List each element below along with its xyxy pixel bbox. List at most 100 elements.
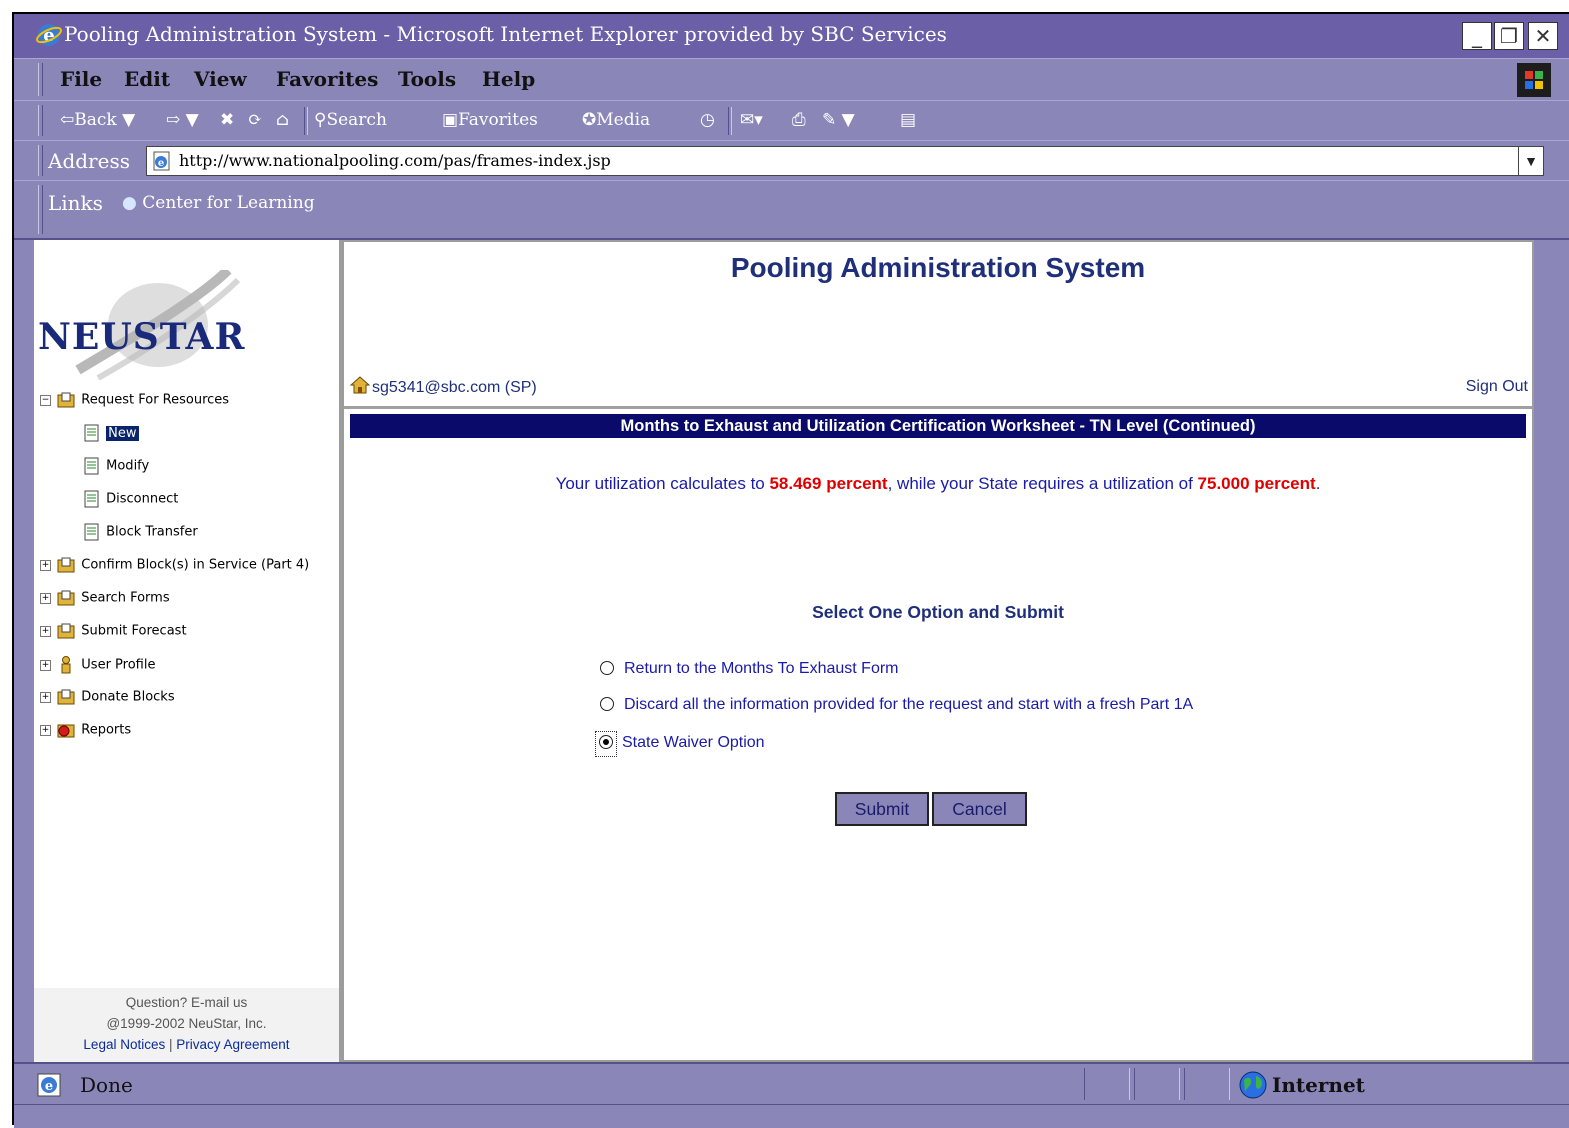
tree-search-forms[interactable]: + Search Forms — [40, 590, 170, 612]
tree-label: Request For Resources — [81, 392, 230, 408]
question-email-link[interactable]: Question? E-mail us — [34, 992, 339, 1013]
mail-icon[interactable]: ✉▾ — [740, 110, 763, 130]
forward-button[interactable]: ⇨ ▼ — [166, 110, 199, 130]
edit-icon[interactable]: ✎ ▼ — [822, 110, 855, 130]
expand-icon[interactable]: + — [40, 559, 51, 571]
folder-icon — [57, 557, 75, 573]
maximize-button[interactable]: ❐ — [1494, 22, 1524, 50]
links-bar: Links ● Center for Learning — [14, 180, 1569, 240]
radio-button-selected[interactable] — [599, 735, 613, 749]
tree-submit-forecast[interactable]: + Submit Forecast — [40, 623, 187, 645]
collapse-icon[interactable]: − — [40, 394, 51, 406]
globe-icon — [1239, 1071, 1267, 1099]
option-state-waiver[interactable]: State Waiver Option — [595, 731, 765, 758]
user-email: sg5341@sbc.com (SP) — [372, 379, 537, 396]
tree-request-for-resources[interactable]: − Request For Resources — [40, 392, 229, 414]
expand-icon[interactable]: + — [40, 592, 51, 604]
favorites-button[interactable]: ▣Favorites — [442, 110, 538, 130]
user-icon — [61, 656, 71, 674]
sign-out-link[interactable]: Sign Out — [1466, 378, 1528, 396]
toolbar-grip[interactable] — [38, 145, 43, 176]
history-icon[interactable]: ◷ — [700, 110, 715, 130]
menu-help[interactable]: Help — [482, 67, 535, 91]
menu-file[interactable]: File — [60, 67, 102, 91]
menu-view[interactable]: View — [194, 67, 247, 91]
favorites-icon: ▣ — [442, 110, 459, 130]
expand-icon[interactable]: + — [40, 625, 51, 637]
menu-favorites[interactable]: Favorites — [276, 67, 378, 91]
cancel-button[interactable]: Cancel — [932, 792, 1027, 826]
tree-confirm-blocks[interactable]: + Confirm Block(s) in Service (Part 4) — [40, 557, 309, 579]
menu-bar: File Edit View Favorites Tools Help — [14, 58, 1569, 100]
home-icon[interactable]: ⌂ — [276, 110, 289, 130]
privacy-agreement-link[interactable]: Privacy Agreement — [176, 1037, 289, 1052]
search-icon: ⚲ — [314, 110, 327, 130]
tree-label: Search Forms — [81, 590, 170, 606]
menu-edit[interactable]: Edit — [124, 67, 170, 91]
print-icon[interactable]: ⎙ — [792, 110, 806, 130]
standard-toolbar: ⇦Back ▼ ⇨ ▼ ✖ ⟳ ⌂ ⚲Search ▣Favorites ✪Me… — [14, 100, 1569, 140]
document-icon — [84, 523, 99, 541]
navigation-frame: NEUSTAR − Request For Resources New Modi… — [34, 240, 342, 1062]
address-dropdown-button[interactable]: ▼ — [1518, 146, 1544, 176]
search-label: Search — [326, 110, 387, 130]
minimize-button[interactable]: _ — [1462, 22, 1492, 50]
reports-folder-icon — [57, 724, 75, 738]
address-input[interactable]: e http://www.nationalpooling.com/pas/fra… — [146, 146, 1544, 176]
refresh-icon[interactable]: ⟳ — [248, 110, 262, 130]
expand-icon[interactable]: + — [40, 724, 51, 736]
ie-page-icon: ● — [122, 193, 137, 213]
legal-notices-link[interactable]: Legal Notices — [83, 1037, 165, 1052]
option-discard-information[interactable]: Discard all the information provided for… — [600, 696, 1193, 722]
util-middle: , while your State requires a utilizatio… — [887, 474, 1198, 493]
media-icon: ✪ — [582, 110, 597, 130]
expand-icon[interactable]: + — [40, 659, 51, 671]
toolbar-grip[interactable] — [38, 63, 43, 96]
option-return-to-months[interactable]: Return to the Months To Exhaust Form — [600, 660, 899, 686]
tree-item-new[interactable]: New — [84, 424, 139, 446]
back-button[interactable]: ⇦Back ▼ — [60, 110, 135, 130]
security-zone: Internet — [1272, 1073, 1365, 1097]
tree-donate-blocks[interactable]: + Donate Blocks — [40, 689, 175, 711]
footer-separator: | — [165, 1037, 177, 1052]
option-label: Discard all the information provided for… — [624, 696, 1194, 713]
discuss-icon[interactable]: ▤ — [900, 110, 916, 130]
document-icon — [84, 424, 99, 442]
submit-button[interactable]: Submit — [835, 792, 929, 826]
tree-item-disconnect[interactable]: Disconnect — [84, 490, 178, 512]
select-option-title: Select One Option and Submit — [812, 602, 1064, 622]
document-icon — [84, 457, 99, 475]
tree-reports[interactable]: + Reports — [40, 722, 131, 744]
tree-label: Donate Blocks — [81, 689, 175, 705]
toolbar-grip[interactable] — [38, 185, 43, 234]
close-button[interactable]: ✕ — [1528, 22, 1558, 50]
option-label: Return to the Months To Exhaust Form — [624, 660, 899, 677]
home-icon[interactable] — [350, 376, 370, 394]
radio-button[interactable] — [600, 697, 614, 711]
status-bar: e Done Internet — [14, 1062, 1569, 1104]
stop-icon[interactable]: ✖ — [220, 110, 234, 130]
sidebar-footer: Question? E-mail us @1999-2002 NeuStar, … — [34, 988, 339, 1062]
title-bar: e Pooling Administration System - Micros… — [14, 14, 1569, 58]
frame-scroll-area — [1534, 240, 1569, 1062]
favorites-label: Favorites — [458, 110, 538, 130]
worksheet-header: Months to Exhaust and Utilization Certif… — [350, 414, 1526, 438]
folder-icon — [57, 689, 75, 705]
expand-icon[interactable]: + — [40, 691, 51, 703]
menu-tools[interactable]: Tools — [398, 67, 456, 91]
media-button[interactable]: ✪Media — [582, 110, 650, 130]
address-label: Address — [48, 149, 130, 173]
util-required: 75.000 percent — [1197, 474, 1316, 493]
header-divider — [344, 406, 1532, 409]
tree-item-block-transfer[interactable]: Block Transfer — [84, 523, 198, 545]
windows-flag-icon — [1525, 71, 1543, 89]
link-center-for-learning[interactable]: ● Center for Learning — [122, 193, 315, 213]
tree-user-profile[interactable]: + User Profile — [40, 656, 155, 678]
toolbar-grip[interactable] — [38, 105, 43, 136]
svg-text:e: e — [158, 158, 164, 169]
radio-button[interactable] — [600, 661, 614, 675]
tree-item-modify[interactable]: Modify — [84, 457, 149, 479]
option-label: State Waiver Option — [622, 734, 765, 751]
search-button[interactable]: ⚲Search — [314, 110, 387, 130]
media-label: Media — [596, 110, 651, 130]
